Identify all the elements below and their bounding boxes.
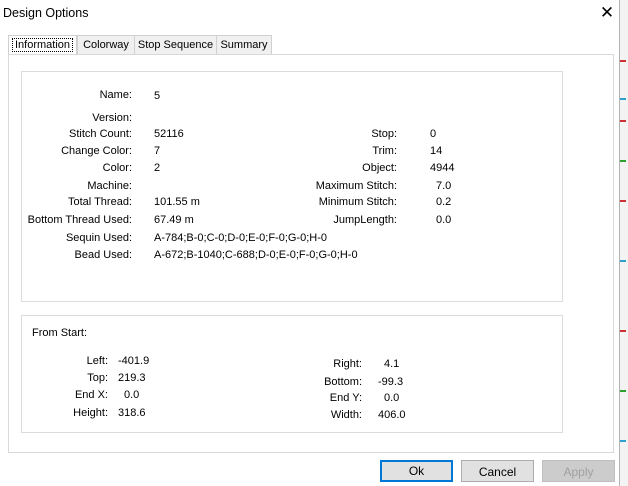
machine-label: Machine: <box>87 180 132 192</box>
bead-used-label: Bead Used: <box>74 249 132 261</box>
end-y-value: 0.0 <box>384 392 400 404</box>
ok-button[interactable]: Ok <box>380 460 453 482</box>
sequin-used-value: A-784;B-0;C-0;D-0;E-0;F-0;G-0;H-0 <box>154 232 327 244</box>
top-label: Top: <box>87 372 108 384</box>
end-x-label: End X: <box>74 389 108 401</box>
width-label: Width: <box>330 409 362 421</box>
tab-label: Colorway <box>83 39 129 51</box>
bottom-value: -99.3 <box>378 376 404 388</box>
minimum-stitch-value: 0.2 <box>436 196 452 208</box>
design-info-group: Name: 5 Version: Stitch Count: 52116 Cha… <box>21 71 563 302</box>
bottom-thread-used-label: Bottom Thread Used: <box>27 214 132 226</box>
version-label: Version: <box>92 112 132 124</box>
object-value: 4944 <box>430 162 455 174</box>
width-value: 406.0 <box>378 409 406 421</box>
change-color-value: 7 <box>154 145 161 157</box>
height-label: Height: <box>73 407 108 419</box>
object-label: Object: <box>362 162 397 174</box>
change-color-label: Change Color: <box>61 145 132 157</box>
cancel-button[interactable]: Cancel <box>461 460 534 482</box>
jump-length-value: 0.0 <box>436 214 452 226</box>
trim-value: 14 <box>430 145 443 157</box>
maximum-stitch-label: Maximum Stitch: <box>315 180 397 192</box>
name-value: 5 <box>154 90 161 102</box>
window-title: Design Options <box>3 6 89 20</box>
tab-summary[interactable]: Summary <box>216 35 272 54</box>
tab-label: Stop Sequence <box>137 39 214 51</box>
total-thread-value: 101.55 m <box>154 196 200 208</box>
end-y-label: End Y: <box>329 392 362 404</box>
stitch-count-value: 52116 <box>154 128 184 140</box>
from-start-group: From Start: Left: -401.9 Top: 219.3 End … <box>21 315 563 433</box>
bead-used-value: A-672;B-1040;C-688;D-0;E-0;F-0;G-0;H-0 <box>154 249 358 261</box>
color-label: Color: <box>102 162 132 174</box>
top-value: 219.3 <box>118 372 146 384</box>
right-label: Right: <box>333 358 362 370</box>
stop-value: 0 <box>430 128 437 140</box>
tab-information[interactable]: Information <box>8 35 77 56</box>
tab-label: Summary <box>220 39 268 51</box>
tab-stop-sequence[interactable]: Stop Sequence <box>134 35 217 54</box>
total-thread-label: Total Thread: <box>67 196 132 208</box>
bottom-label: Bottom: <box>324 376 362 388</box>
left-value: -401.9 <box>118 355 150 367</box>
bottom-thread-used-value: 67.49 m <box>154 214 194 226</box>
close-icon[interactable]: ✕ <box>596 3 618 23</box>
tab-colorway[interactable]: Colorway <box>77 35 135 54</box>
from-start-title: From Start: <box>32 327 88 339</box>
height-value: 318.6 <box>118 407 146 419</box>
color-value: 2 <box>154 162 161 174</box>
stitch-count-label: Stitch Count: <box>69 128 132 140</box>
sequin-used-label: Sequin Used: <box>65 232 132 244</box>
jump-length-label: JumpLength: <box>333 214 397 226</box>
background-window-edge <box>620 0 628 486</box>
apply-button[interactable]: Apply <box>542 460 615 482</box>
title-bar: Design Options ✕ <box>0 0 628 28</box>
right-value: 4.1 <box>384 358 400 370</box>
minimum-stitch-label: Minimum Stitch: <box>318 196 397 208</box>
stop-label: Stop: <box>371 128 397 140</box>
maximum-stitch-value: 7.0 <box>436 180 452 192</box>
tab-label: Information <box>11 38 74 52</box>
left-label: Left: <box>86 355 108 367</box>
end-x-value: 0.0 <box>124 389 140 401</box>
trim-label: Trim: <box>372 145 397 157</box>
name-label: Name: <box>99 89 132 101</box>
